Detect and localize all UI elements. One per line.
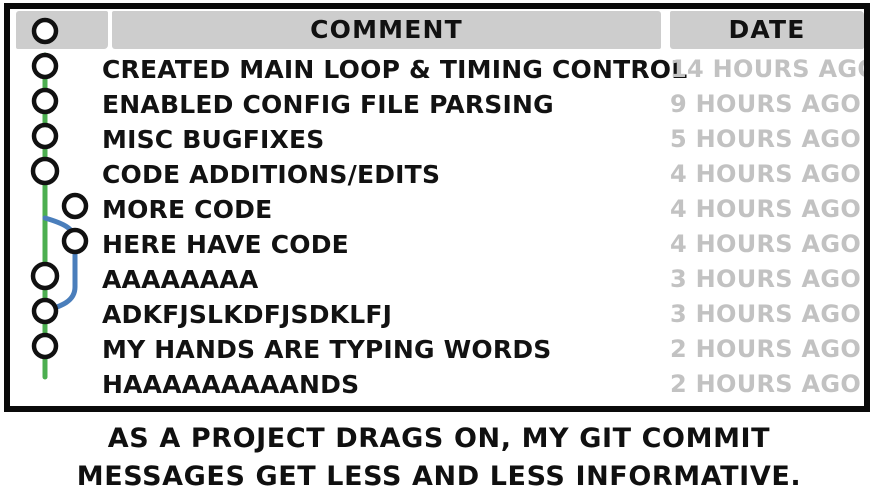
commit-date: 9 HOURS AGO [670,90,862,118]
table-row[interactable]: ENABLED CONFIG FILE PARSING 9 HOURS AGO [10,88,864,123]
commit-date: 2 HOURS AGO [670,335,862,363]
table-row[interactable]: MISC BUGFIXES 5 HOURS AGO [10,123,864,158]
column-header-date[interactable]: DATE [670,11,864,49]
commit-date: 4 HOURS AGO [670,230,862,258]
commit-message: ENABLED CONFIG FILE PARSING [102,90,554,119]
column-header-comment[interactable]: COMMENT [112,11,661,49]
table-row[interactable]: MY HANDS ARE TYPING WORDS 2 HOURS AGO [10,333,864,368]
comic-caption: AS A PROJECT DRAGS ON, MY GIT COMMIT MES… [0,420,878,496]
commit-message: CREATED MAIN LOOP & TIMING CONTROL [102,55,688,84]
commit-message: CODE ADDITIONS/EDITS [102,160,441,189]
commit-message: MISC BUGFIXES [102,125,325,154]
table-row[interactable]: HAAAAAAAAANDS 2 HOURS AGO [10,368,864,403]
table-row[interactable]: ADKFJSLKDFJSDKLFJ 3 HOURS AGO [10,298,864,333]
table-row[interactable]: CREATED MAIN LOOP & TIMING CONTROL 14 HO… [10,53,864,88]
commit-date: 2 HOURS AGO [670,370,862,398]
commit-date: 4 HOURS AGO [670,160,862,188]
table-row[interactable]: AAAAAAAA 3 HOURS AGO [10,263,864,298]
git-log-frame: COMMENT DATE CREATED MAIN LOOP & TIMING … [4,3,870,412]
table-header-row: COMMENT DATE [10,9,864,51]
commit-message: MY HANDS ARE TYPING WORDS [102,335,552,364]
commit-date: 14 HOURS AGO [670,55,870,83]
commit-message: AAAAAAAA [102,265,259,294]
commit-message: MORE CODE [102,195,273,224]
caption-line-2: MESSAGES GET LESS AND LESS INFORMATIVE. [76,461,802,492]
caption-line-1: AS A PROJECT DRAGS ON, MY GIT COMMIT [107,423,771,454]
commit-message: ADKFJSLKDFJSDKLFJ [102,300,393,329]
commit-date: 3 HOURS AGO [670,265,862,293]
column-header-date-label: DATE [728,15,806,44]
column-header-graph [16,11,108,49]
commit-date: 4 HOURS AGO [670,195,862,223]
commit-message: HAAAAAAAAANDS [102,370,360,399]
table-row[interactable]: CODE ADDITIONS/EDITS 4 HOURS AGO [10,158,864,193]
commit-date: 5 HOURS AGO [670,125,862,153]
commit-message: HERE HAVE CODE [102,230,349,259]
column-header-comment-label: COMMENT [310,15,463,44]
commit-list: CREATED MAIN LOOP & TIMING CONTROL 14 HO… [10,53,864,403]
commit-date: 3 HOURS AGO [670,300,862,328]
table-row[interactable]: HERE HAVE CODE 4 HOURS AGO [10,228,864,263]
table-row[interactable]: MORE CODE 4 HOURS AGO [10,193,864,228]
